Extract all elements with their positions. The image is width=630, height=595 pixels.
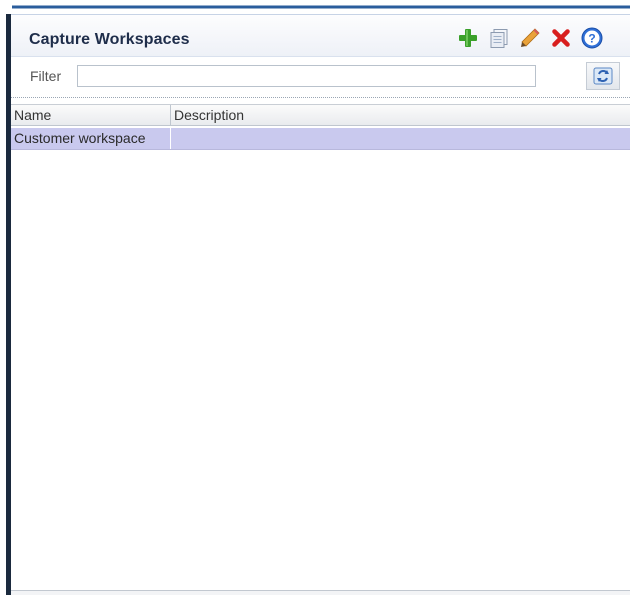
cell-name: Customer workspace (11, 128, 171, 149)
filter-row: Filter (11, 57, 630, 97)
help-icon: ? (581, 27, 603, 49)
edit-button[interactable] (518, 26, 542, 50)
help-button[interactable]: ? (580, 26, 604, 50)
add-icon (459, 29, 477, 47)
copy-button[interactable] (487, 26, 511, 50)
filter-label: Filter (30, 68, 62, 84)
panel-bottom-edge (11, 590, 630, 595)
refresh-icon (593, 67, 613, 85)
add-button[interactable] (456, 26, 480, 50)
edit-icon (521, 28, 540, 47)
capture-workspaces-window: Capture Workspaces ? Filter Name Descrip… (0, 0, 630, 595)
table-header: Name Description (11, 104, 630, 126)
window-top-edge (0, 0, 630, 13)
delete-button[interactable] (549, 26, 573, 50)
filter-input[interactable] (77, 65, 536, 87)
panel-title: Capture Workspaces (29, 31, 190, 48)
refresh-button[interactable] (586, 62, 620, 90)
delete-icon (552, 29, 570, 47)
column-header-description[interactable]: Description (171, 105, 630, 126)
column-header-name[interactable]: Name (11, 105, 171, 126)
workspaces-table: Name Description Customer workspace (11, 97, 630, 595)
table-row[interactable]: Customer workspace (11, 128, 630, 150)
toolbar: ? (456, 26, 604, 50)
window-top-corner (0, 5, 12, 13)
copy-icon (490, 29, 508, 48)
cell-description (171, 128, 630, 149)
svg-text:?: ? (588, 32, 595, 46)
